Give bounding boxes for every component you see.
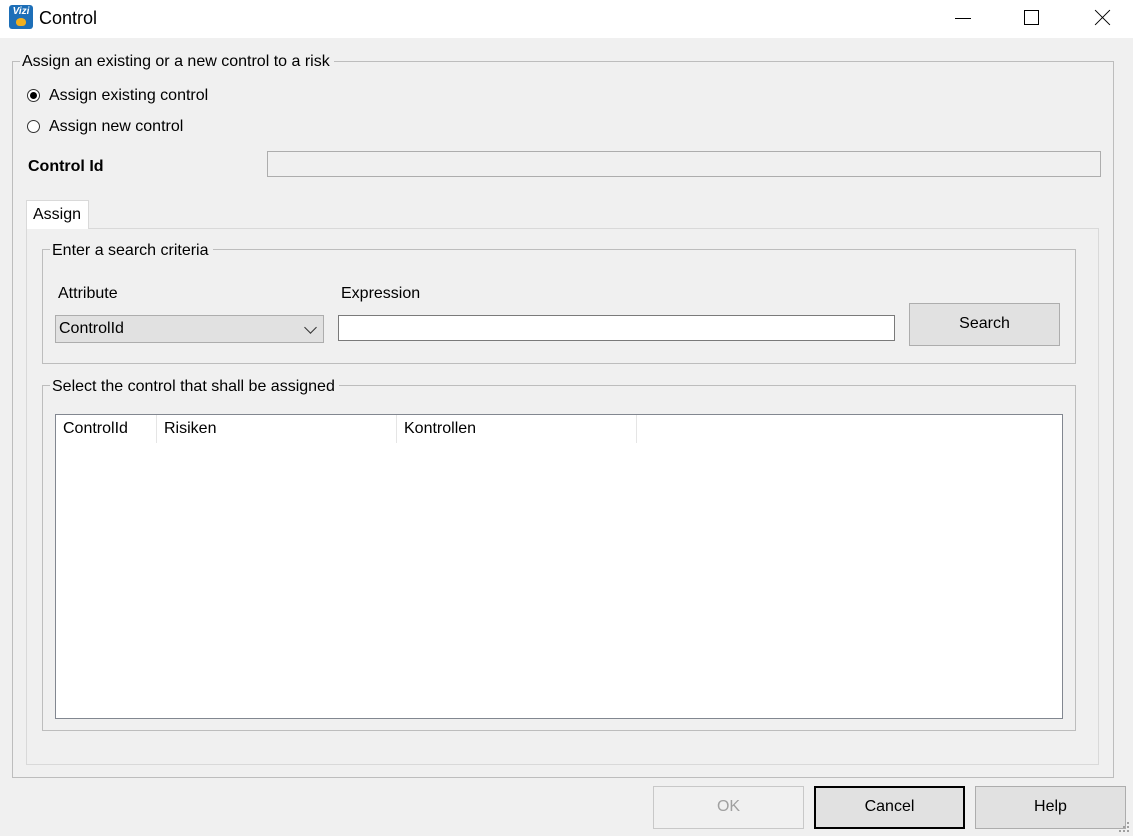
control-id-label: Control Id [28, 158, 104, 175]
minimize-button[interactable] [928, 0, 998, 38]
close-button[interactable] [1066, 0, 1133, 38]
controls-list[interactable]: ControlId Risiken Kontrollen [55, 414, 1063, 719]
cancel-button[interactable]: Cancel [814, 786, 965, 829]
results-legend: Select the control that shall be assigne… [50, 378, 339, 396]
maximize-icon [1024, 10, 1039, 25]
column-header-controlid[interactable]: ControlId [56, 415, 157, 443]
search-criteria-legend: Enter a search criteria [50, 242, 213, 260]
expression-label: Expression [341, 285, 421, 302]
expression-input[interactable] [338, 315, 895, 341]
radio-button-unchecked[interactable] [27, 120, 40, 133]
maximize-button[interactable] [996, 0, 1066, 38]
column-header-risiken[interactable]: Risiken [157, 415, 397, 443]
chevron-down-icon [304, 321, 317, 334]
vizi-app-icon: Vizi [9, 5, 33, 29]
minimize-icon [955, 18, 971, 19]
assign-control-group-legend: Assign an existing or a new control to a… [20, 53, 334, 71]
attribute-dropdown[interactable]: ControlId [55, 315, 324, 343]
search-button[interactable]: Search [909, 303, 1060, 346]
resize-grip-icon[interactable] [1119, 822, 1131, 834]
tab-assign[interactable]: Assign [26, 200, 89, 229]
control-id-field[interactable] [267, 151, 1101, 177]
title-bar: Vizi Control [0, 0, 1133, 38]
radio-button-checked[interactable] [27, 89, 40, 102]
help-button[interactable]: Help [975, 786, 1126, 829]
ok-button[interactable]: OK [653, 786, 804, 829]
attribute-label: Attribute [58, 285, 118, 302]
window-title: Control [39, 8, 98, 28]
column-header-kontrollen[interactable]: Kontrollen [397, 415, 637, 443]
